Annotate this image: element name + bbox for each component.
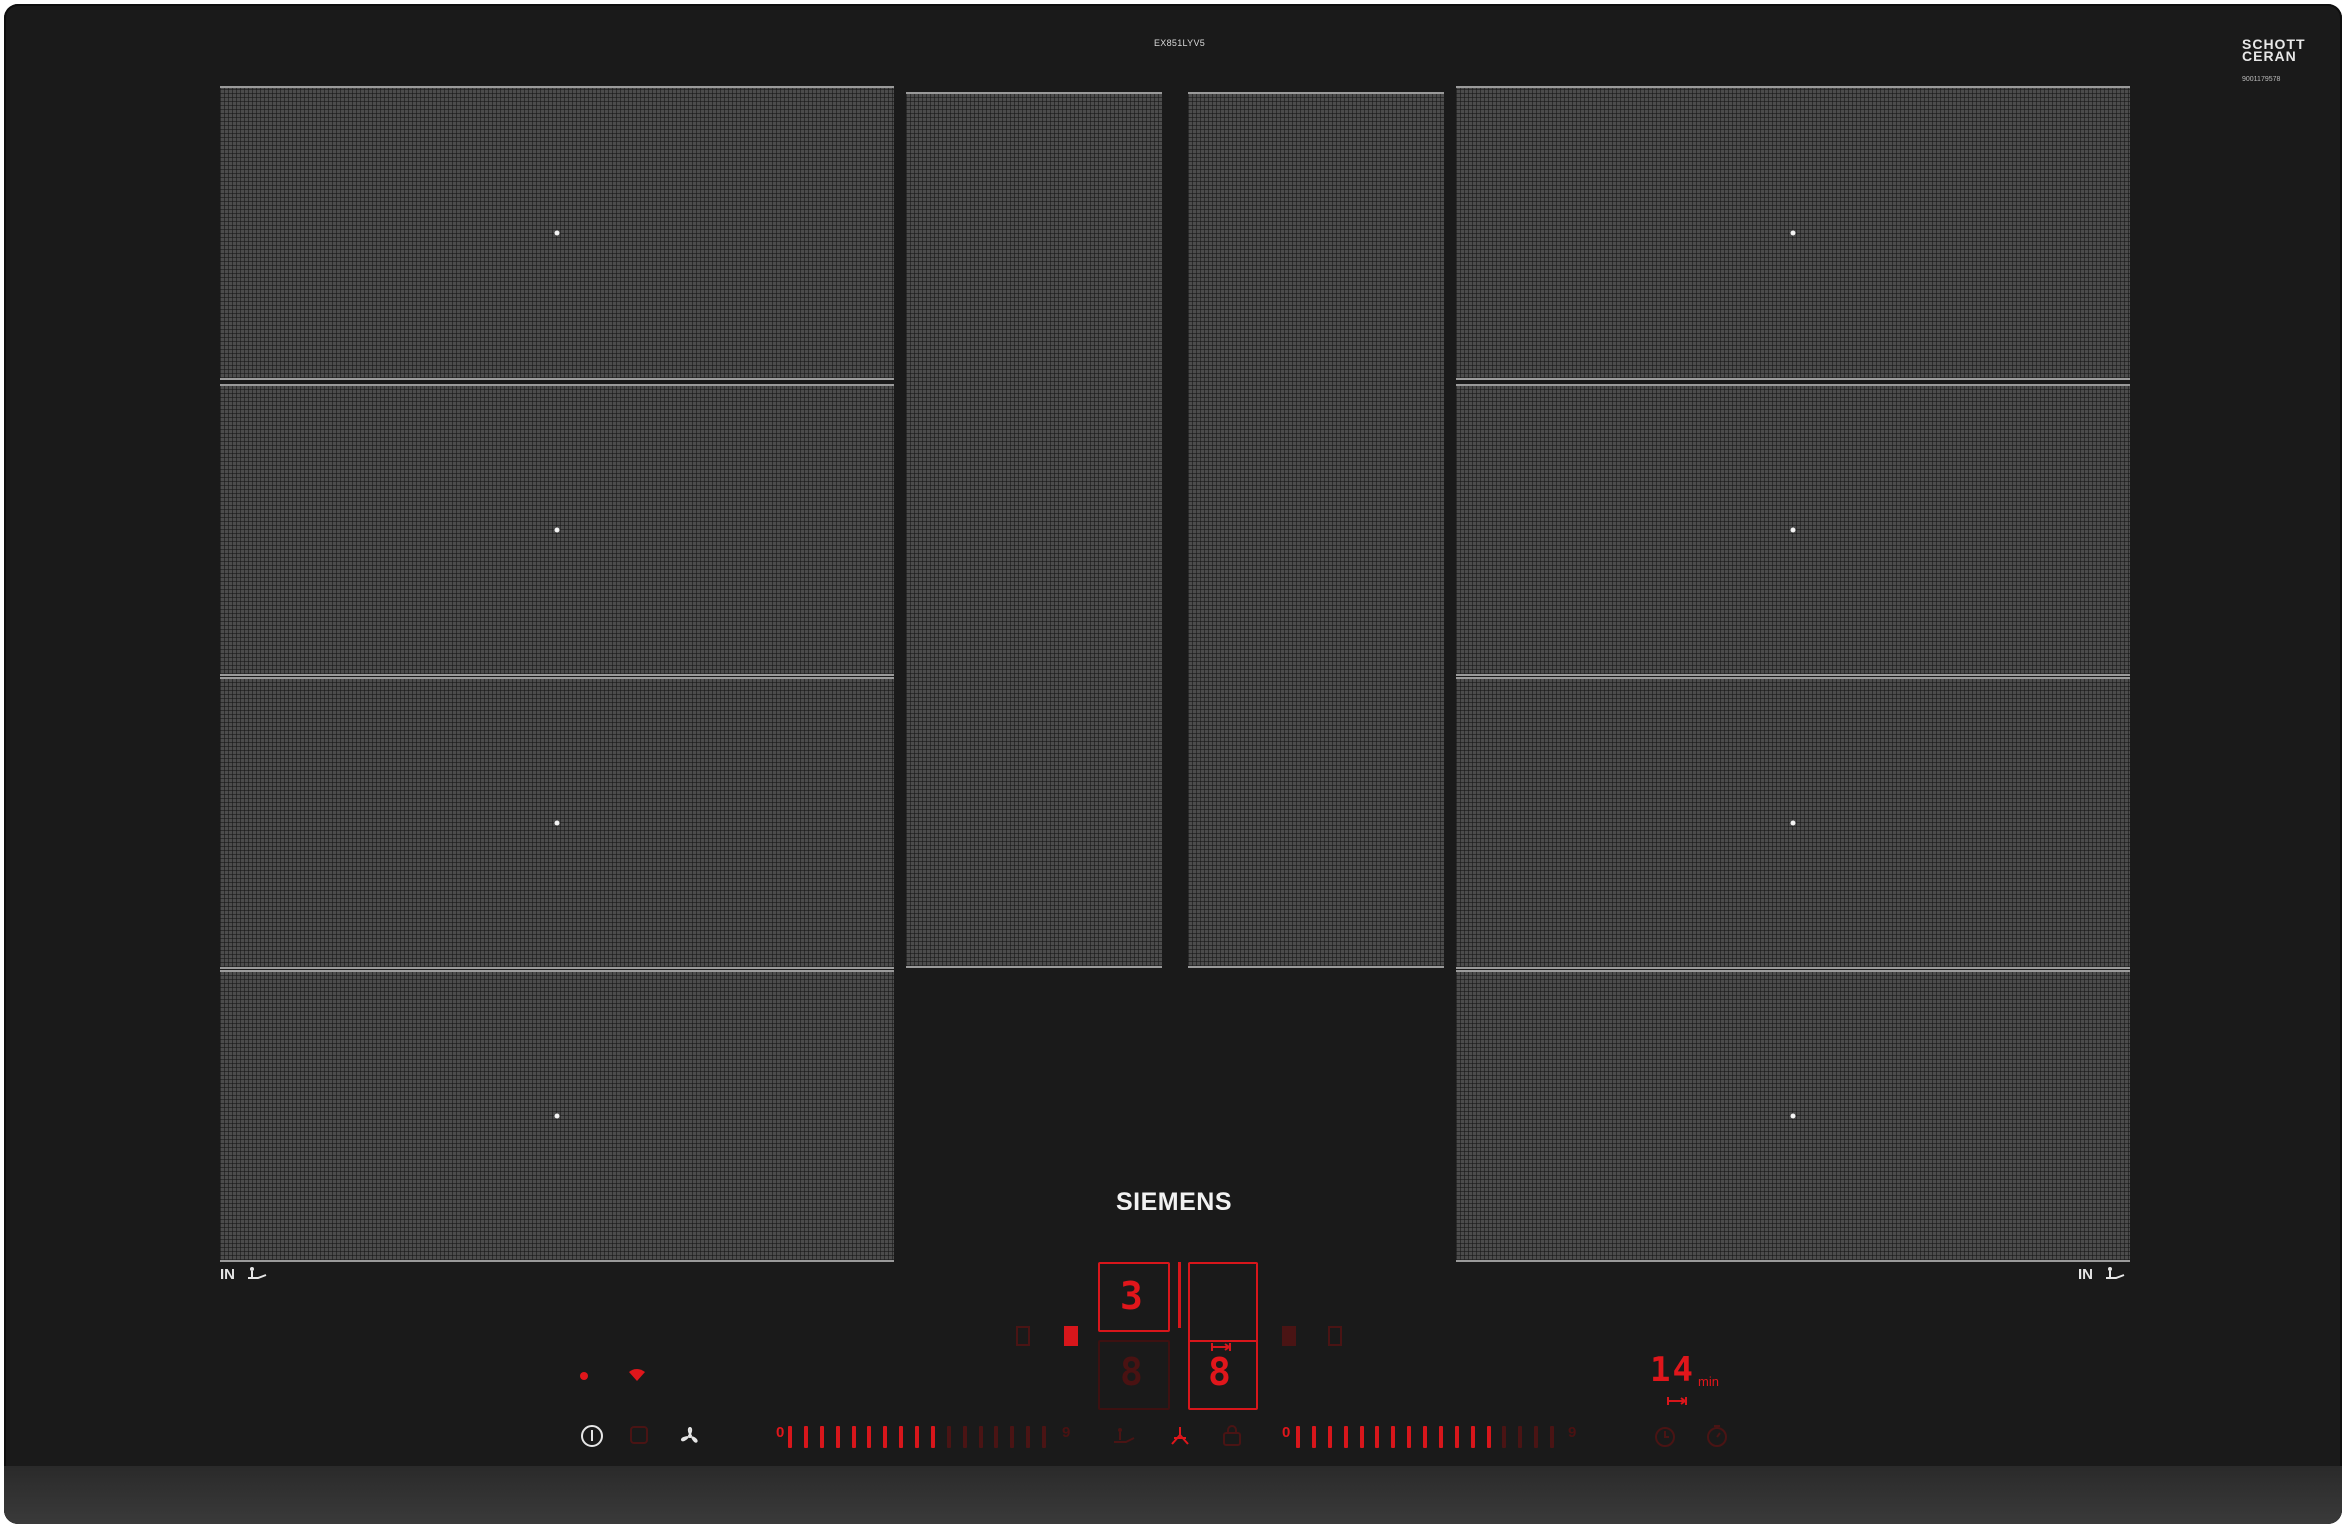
- slider-tick[interactable]: [1026, 1426, 1031, 1448]
- zone-select-right-icon[interactable]: [1282, 1326, 1296, 1346]
- zone-marker: [1790, 527, 1796, 533]
- brand-logo: SIEMENS: [1116, 1188, 1233, 1216]
- flex-zone-label-left: IN: [220, 1266, 235, 1283]
- slider-tick[interactable]: [1454, 1426, 1459, 1448]
- zone-select-left-active-icon[interactable]: [1064, 1326, 1078, 1346]
- cooking-zone-center-left[interactable]: [906, 92, 1162, 968]
- display-divider: [1178, 1262, 1181, 1328]
- right-slider-max-label: 9: [1568, 1424, 1577, 1441]
- right-slider-min-label: 0: [1282, 1424, 1291, 1441]
- slider-tick[interactable]: [1359, 1426, 1364, 1448]
- cooking-zone-left-3[interactable]: [220, 677, 894, 969]
- slider-tick[interactable]: [1343, 1426, 1348, 1448]
- zone-marker: [1790, 820, 1796, 826]
- zone-select-right-outer-icon[interactable]: [1328, 1326, 1342, 1346]
- slider-tick[interactable]: [930, 1426, 935, 1448]
- timer-unit: min: [1698, 1374, 1719, 1389]
- slider-tick[interactable]: [1010, 1426, 1015, 1448]
- flex-zone-label-right: IN: [2078, 1266, 2093, 1283]
- model-code: EX851LYV5: [1154, 38, 1206, 48]
- slider-tick[interactable]: [1502, 1426, 1507, 1448]
- zone-select-left-icon[interactable]: [1016, 1326, 1030, 1346]
- duration-icon: [1667, 1397, 1687, 1405]
- cooking-zone-left-4[interactable]: [220, 970, 894, 1262]
- slider-tick[interactable]: [899, 1426, 904, 1448]
- cooking-zone-left-1[interactable]: [220, 86, 894, 380]
- cooking-zone-right-4[interactable]: [1456, 970, 2130, 1262]
- slider-tick[interactable]: [788, 1426, 792, 1448]
- cooking-sensor-icon[interactable]: [628, 1424, 650, 1446]
- stopwatch-icon[interactable]: [1706, 1424, 1728, 1448]
- glass-brand-logo: SCHOTT CERAN: [2242, 36, 2306, 64]
- slider-tick[interactable]: [883, 1426, 888, 1448]
- zone-marker: [1790, 230, 1796, 236]
- slider-tick[interactable]: [1407, 1426, 1412, 1448]
- slider-tick[interactable]: [835, 1426, 840, 1448]
- left-power-slider[interactable]: [788, 1426, 1058, 1448]
- slider-tick[interactable]: [1486, 1426, 1491, 1448]
- lock-icon[interactable]: [1220, 1424, 1244, 1448]
- slider-tick[interactable]: [1327, 1426, 1332, 1448]
- slider-tick[interactable]: [867, 1426, 872, 1448]
- rear-zone-level: 8: [1208, 1350, 1231, 1394]
- zone-marker: [554, 820, 560, 826]
- slider-tick[interactable]: [1391, 1426, 1396, 1448]
- slider-tick[interactable]: [1438, 1426, 1443, 1448]
- flex-zone-icon[interactable]: [1112, 1426, 1136, 1446]
- slider-tick[interactable]: [1518, 1426, 1523, 1448]
- status-indicator-dot: [580, 1372, 588, 1380]
- slider-tick[interactable]: [1375, 1426, 1380, 1448]
- cooking-zone-center-right[interactable]: [1188, 92, 1444, 968]
- slider-tick[interactable]: [803, 1426, 808, 1448]
- slider-tick[interactable]: [1296, 1426, 1300, 1448]
- right-power-slider[interactable]: [1296, 1426, 1566, 1448]
- power-icon[interactable]: [580, 1424, 604, 1448]
- cooking-zone-left-2[interactable]: [220, 384, 894, 676]
- timer-display: 14: [1650, 1350, 1695, 1390]
- left-slider-min-label: 0: [776, 1424, 785, 1441]
- slider-tick[interactable]: [1534, 1426, 1539, 1448]
- zone-marker: [554, 527, 560, 533]
- timer-icon[interactable]: [1654, 1426, 1676, 1448]
- front-zone-secondary-level: 8: [1120, 1350, 1143, 1394]
- slider-tick[interactable]: [819, 1426, 824, 1448]
- slider-tick[interactable]: [1550, 1426, 1555, 1448]
- flex-zone-icon: [2106, 1267, 2125, 1279]
- zone-marker: [554, 1113, 560, 1119]
- slider-tick[interactable]: [978, 1426, 983, 1448]
- extractor-icon[interactable]: [1168, 1424, 1192, 1448]
- slider-tick[interactable]: [1042, 1426, 1047, 1448]
- zone-marker: [554, 230, 560, 236]
- cooking-zone-right-3[interactable]: [1456, 677, 2130, 969]
- glass-front-edge: [4, 1466, 2342, 1524]
- slider-tick[interactable]: [1423, 1426, 1428, 1448]
- flex-zone-icon: [248, 1267, 267, 1279]
- slider-tick[interactable]: [1311, 1426, 1316, 1448]
- slider-tick[interactable]: [915, 1426, 920, 1448]
- slider-tick[interactable]: [962, 1426, 967, 1448]
- cooking-zone-right-2[interactable]: [1456, 384, 2130, 676]
- cooking-zone-right-1[interactable]: [1456, 86, 2130, 380]
- wifi-icon: [629, 1369, 645, 1381]
- zone-marker: [1790, 1113, 1796, 1119]
- slider-tick[interactable]: [946, 1426, 951, 1448]
- glass-code: 9001179578: [2242, 76, 2281, 83]
- fan-icon[interactable]: [678, 1424, 702, 1448]
- slider-tick[interactable]: [1470, 1426, 1475, 1448]
- cooktop-glass: EX851LYV5 SCHOTT CERAN 9001179578 IN IN …: [4, 4, 2342, 1524]
- duration-icon: [1211, 1343, 1231, 1351]
- slider-tick[interactable]: [851, 1426, 856, 1448]
- slider-tick[interactable]: [994, 1426, 999, 1448]
- left-slider-max-label: 9: [1062, 1424, 1071, 1441]
- front-zone-level: 3: [1120, 1274, 1143, 1318]
